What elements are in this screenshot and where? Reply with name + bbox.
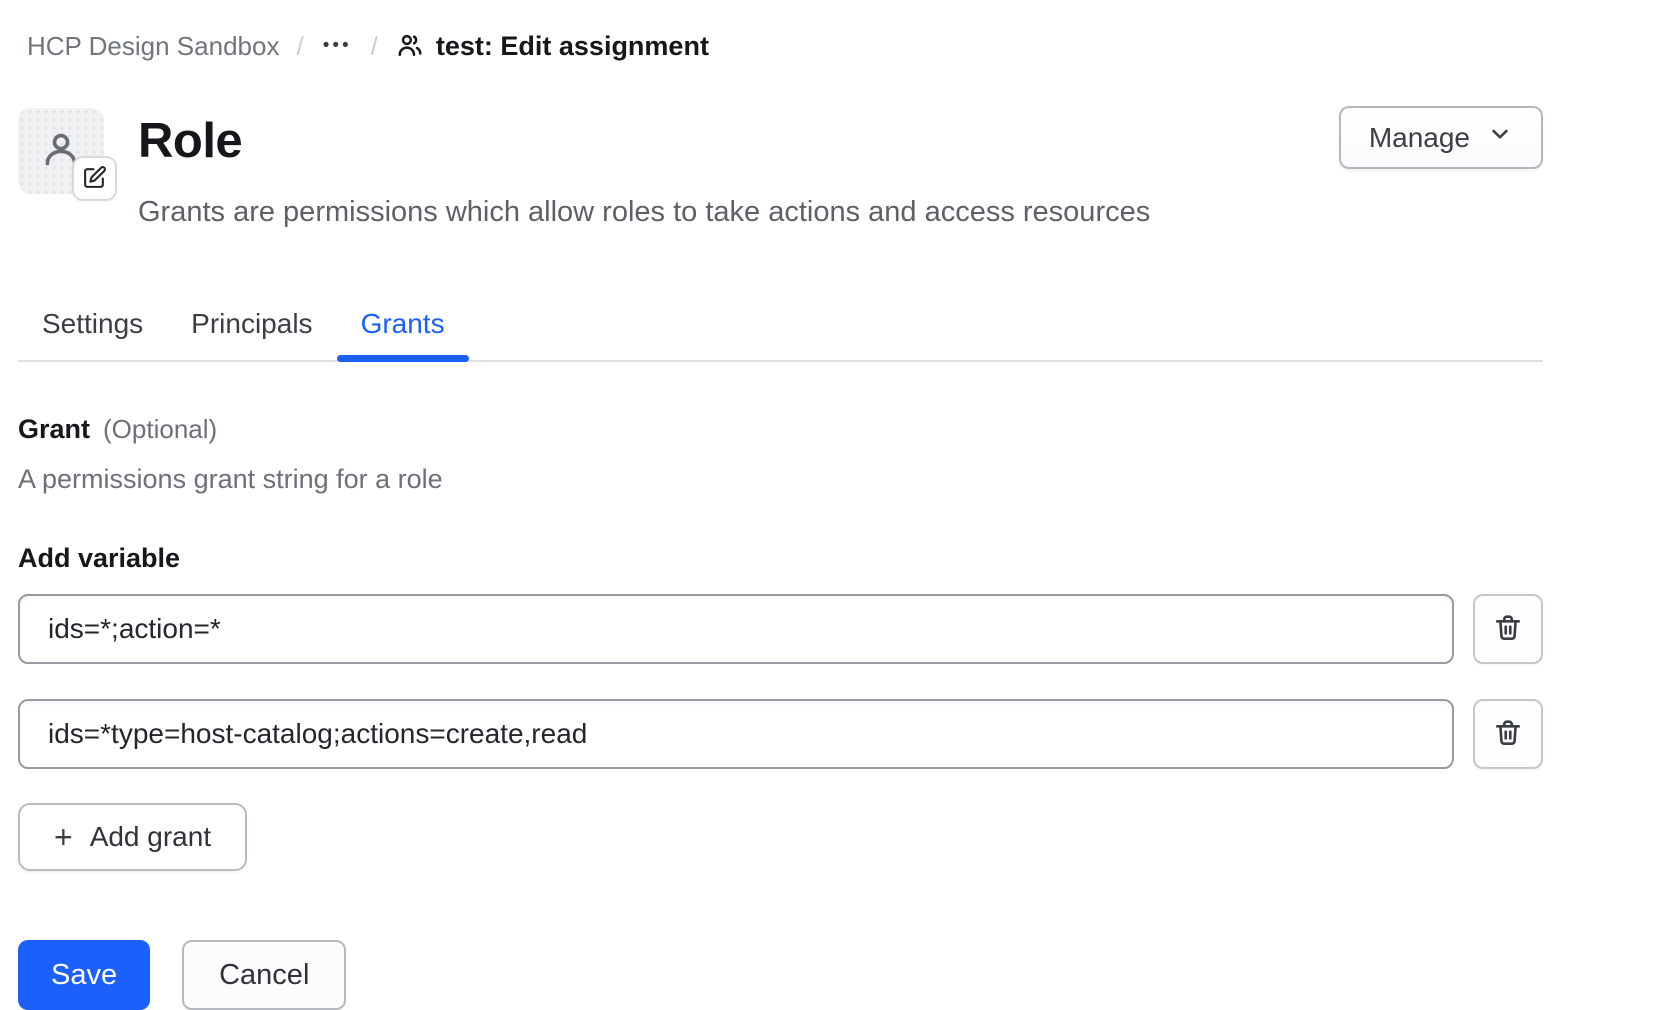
page-subtitle: Grants are permissions which allow roles… — [138, 196, 1339, 229]
delete-grant-button-1[interactable] — [1473, 594, 1543, 664]
breadcrumb: HCP Design Sandbox / ••• / test: Edit as… — [18, 28, 1543, 64]
trash-icon — [1492, 612, 1524, 647]
grant-help-text: A permissions grant string for a role — [18, 464, 1543, 495]
grant-optional-text: (Optional) — [103, 414, 217, 445]
users-icon — [395, 31, 425, 61]
form-actions: Save Cancel — [18, 940, 1543, 1010]
trash-icon — [1492, 717, 1524, 752]
plus-icon: + — [54, 821, 73, 853]
role-avatar — [18, 108, 104, 194]
tab-grants[interactable]: Grants — [337, 302, 469, 360]
breadcrumb-current-label: test: Edit assignment — [436, 31, 709, 62]
tab-principals[interactable]: Principals — [167, 302, 336, 360]
grant-string-input-2[interactable] — [18, 699, 1454, 769]
manage-button-label: Manage — [1369, 122, 1470, 154]
add-grant-button[interactable]: + Add grant — [18, 803, 247, 871]
breadcrumb-separator: / — [296, 31, 303, 62]
tab-bar: Settings Principals Grants — [18, 302, 1543, 362]
cancel-button[interactable]: Cancel — [182, 940, 346, 1010]
save-button[interactable]: Save — [18, 940, 150, 1010]
grant-string-input-1[interactable] — [18, 594, 1454, 664]
page-header: Role Grants are permissions which allow … — [18, 108, 1543, 229]
breadcrumb-org-link[interactable]: HCP Design Sandbox — [27, 31, 279, 62]
breadcrumb-ellipsis-menu[interactable]: ••• — [321, 35, 354, 57]
edit-icon — [82, 165, 107, 193]
breadcrumb-separator: / — [371, 31, 378, 62]
breadcrumb-current: test: Edit assignment — [395, 31, 709, 62]
grant-row — [18, 699, 1543, 769]
page-title: Role — [138, 116, 1339, 167]
role-edit-page: HCP Design Sandbox / ••• / test: Edit as… — [0, 0, 1672, 1010]
add-grant-label: Add grant — [90, 821, 211, 853]
chevron-down-icon — [1487, 121, 1513, 154]
title-block: Role Grants are permissions which allow … — [138, 108, 1339, 229]
delete-grant-button-2[interactable] — [1473, 699, 1543, 769]
grants-form: Grant (Optional) A permissions grant str… — [18, 414, 1543, 1010]
grant-label-text: Grant — [18, 414, 90, 445]
grant-row — [18, 594, 1543, 664]
manage-button[interactable]: Manage — [1339, 106, 1543, 169]
edit-role-icon-button[interactable] — [72, 156, 117, 201]
tab-settings[interactable]: Settings — [18, 302, 167, 360]
add-variable-heading: Add variable — [18, 543, 1543, 574]
grant-field-label: Grant (Optional) — [18, 414, 1543, 445]
